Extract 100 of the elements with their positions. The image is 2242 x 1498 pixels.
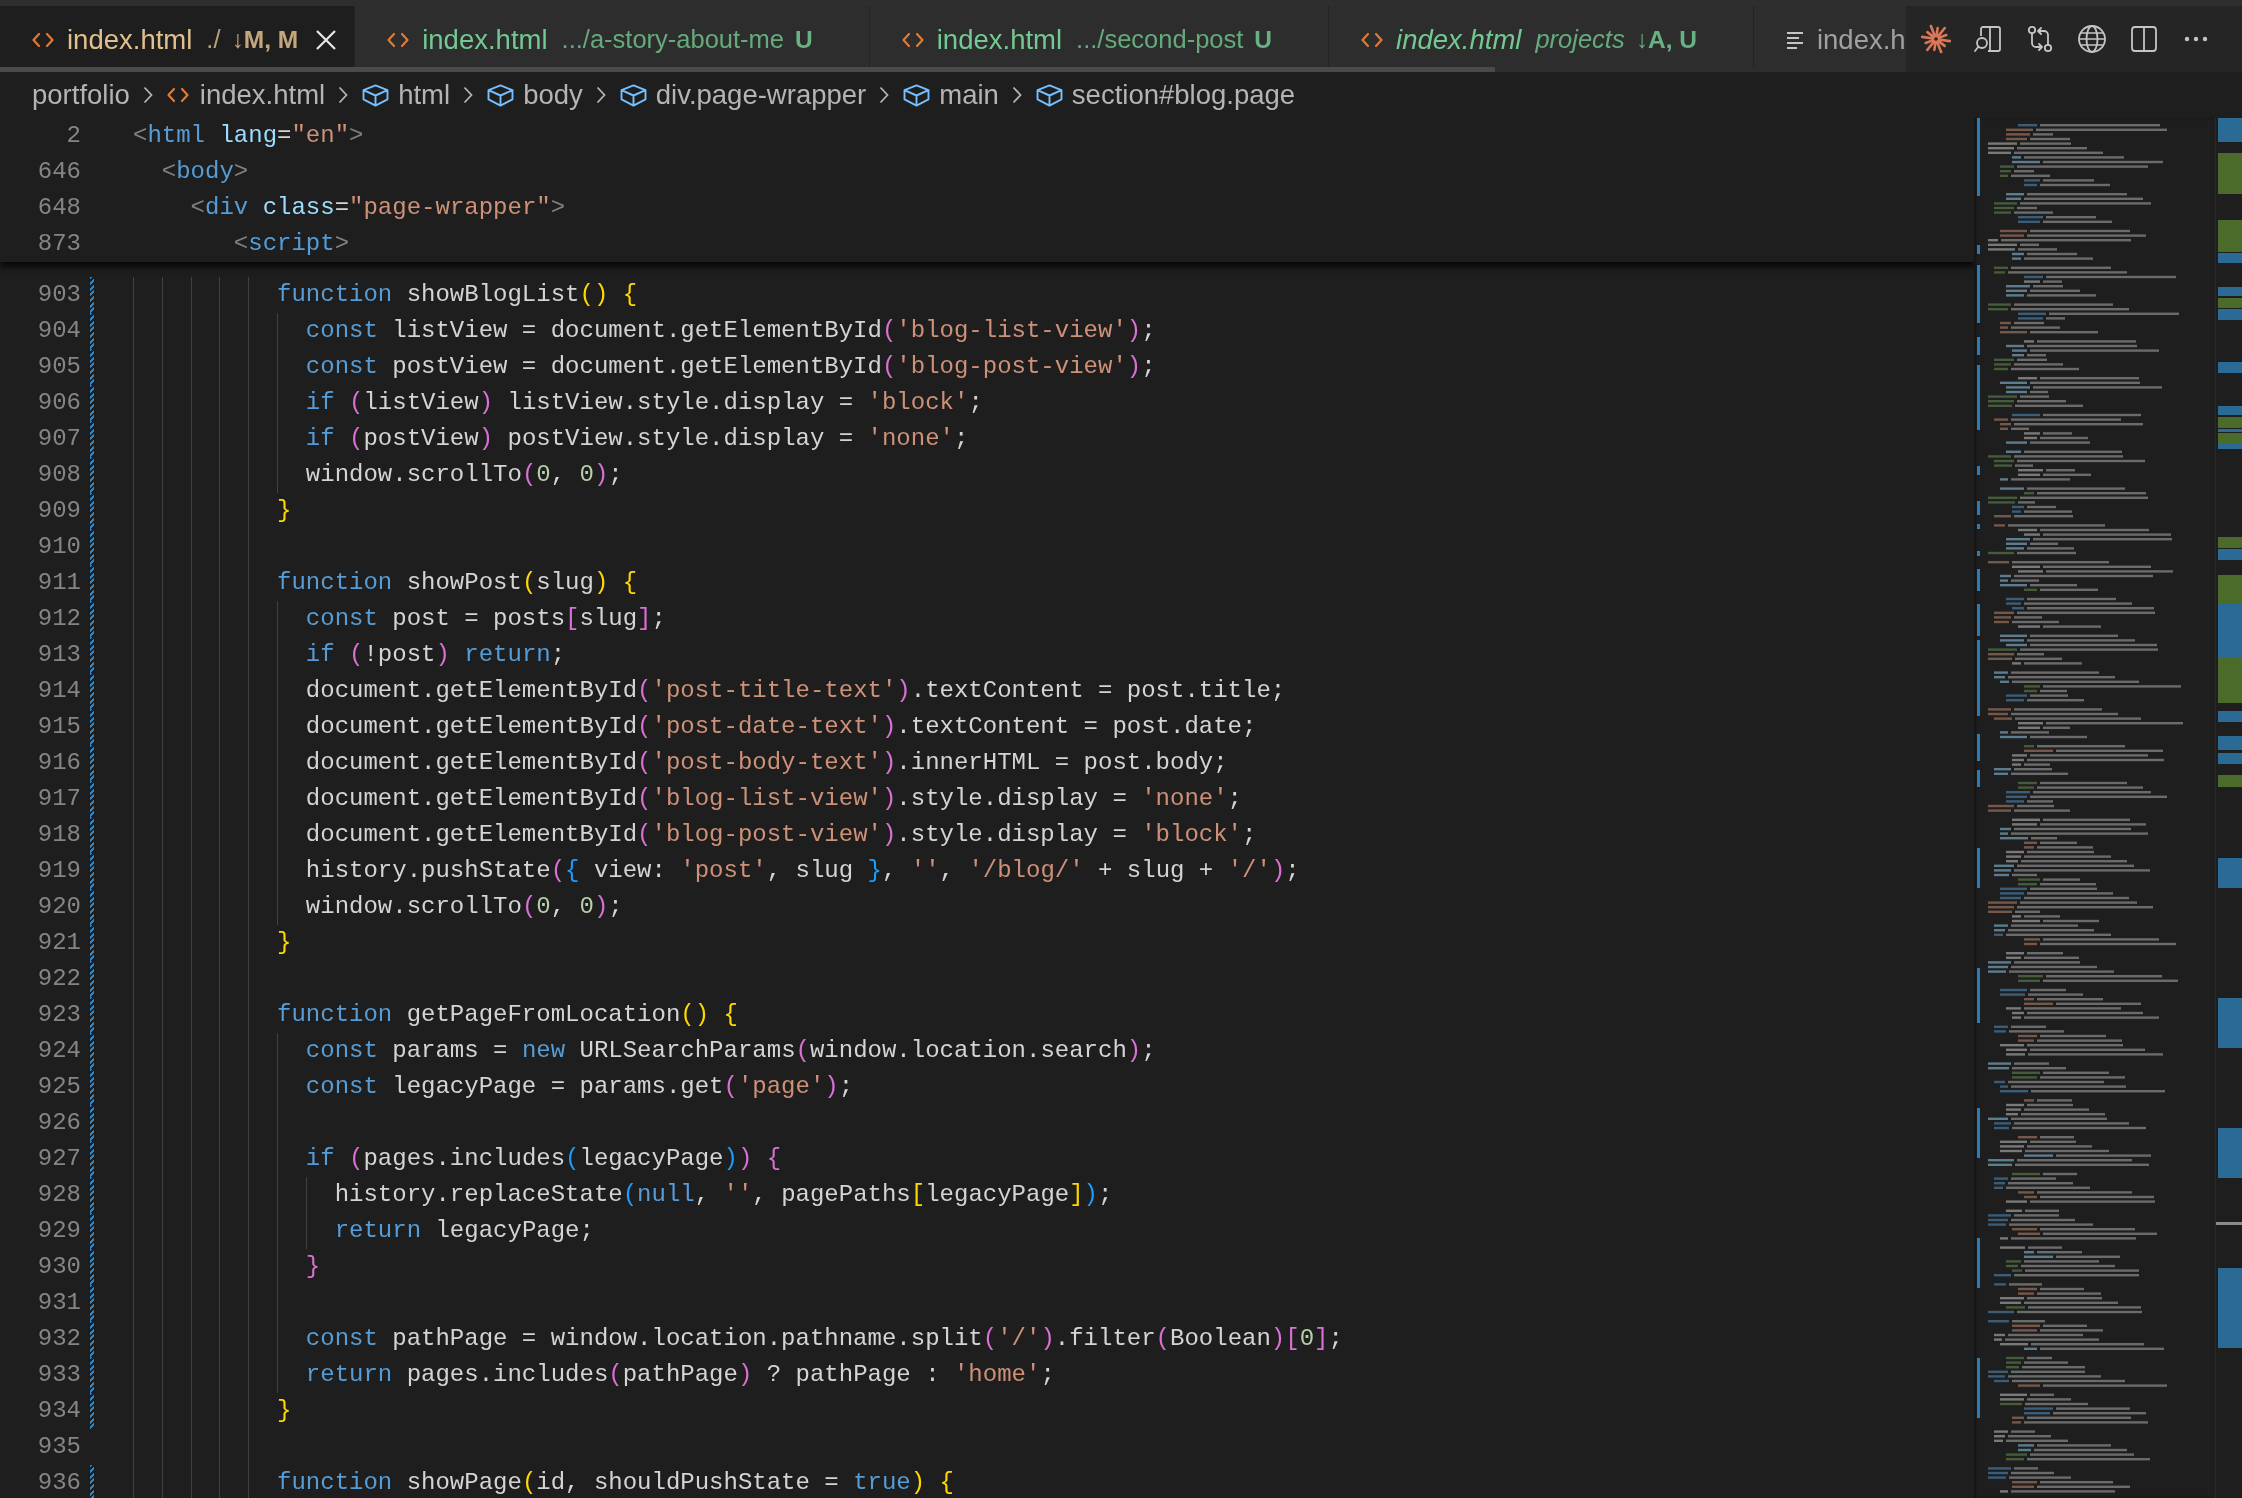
- editor-tab[interactable]: index.html ./ ↓M, M: [0, 6, 356, 67]
- line-number: 912: [37, 604, 81, 634]
- chevron-icon: [879, 86, 890, 104]
- line-number: 922: [37, 964, 81, 994]
- line-number: 927: [37, 1144, 81, 1174]
- line-number: 907: [37, 424, 81, 454]
- code-line: <body>: [161, 157, 249, 187]
- code-line: function getPageFromLocation() {: [277, 1000, 738, 1030]
- line-number: 936: [37, 1468, 81, 1498]
- line-number: 916: [37, 748, 81, 778]
- document-search-icon[interactable]: [1973, 24, 2003, 54]
- git-compare-icon[interactable]: [2025, 24, 2055, 54]
- code-line: return pages.includes(pathPage) ? pathPage : 'home';: [305, 1360, 1055, 1390]
- cube-icon: [619, 83, 647, 107]
- code-line: const params = new URLSearchParams(window.location.search);: [305, 1036, 1156, 1066]
- code-line: if (postView) postView.style.display = 'none';: [305, 424, 969, 454]
- breadcrumb-item[interactable]: div.page-wrapper: [619, 79, 867, 111]
- breadcrumb-item[interactable]: main: [903, 79, 999, 111]
- line-number: 904: [37, 316, 81, 346]
- line-number: 906: [37, 388, 81, 418]
- code-line: return legacyPage;: [334, 1216, 594, 1246]
- code-line: if (listView) listView.style.display = 'block';: [305, 388, 983, 418]
- line-number: 913: [37, 640, 81, 670]
- line-number: 932: [37, 1324, 81, 1354]
- line-number: 915: [37, 712, 81, 742]
- scrollbar-thumb[interactable]: [0, 67, 1495, 72]
- editor-tab[interactable]: index.html .../a-story-about-me U: [355, 6, 870, 67]
- code-line: <script>: [233, 229, 350, 259]
- code-line: history.replaceState(null, '', pagePaths[legacyPage]);: [334, 1180, 1113, 1210]
- line-number: 919: [37, 856, 81, 886]
- line-number: 914: [37, 676, 81, 706]
- line-number: 918: [37, 820, 81, 850]
- line-number: 873: [37, 229, 81, 259]
- line-number: 934: [37, 1396, 81, 1426]
- cube-icon: [903, 83, 931, 107]
- breadcrumb-item[interactable]: portfolio: [32, 79, 130, 111]
- code-line: const postView = document.getElementById('blog-post-view');: [305, 352, 1156, 382]
- line-number: 933: [37, 1360, 81, 1390]
- line-number: 928: [37, 1180, 81, 1210]
- code-line: const post = posts[slug];: [305, 604, 666, 634]
- line-number: 929: [37, 1216, 81, 1246]
- line-number: 909: [37, 496, 81, 526]
- breadcrumb-item[interactable]: html: [362, 79, 451, 111]
- line-number: 908: [37, 460, 81, 490]
- line-number: 903: [37, 280, 81, 310]
- angle-brackets-icon: [1361, 31, 1384, 48]
- line-number: 923: [37, 1000, 81, 1030]
- code-line: const listView = document.getElementById('blog-list-view');: [305, 316, 1156, 346]
- code-line: window.scrollTo(0, 0);: [305, 892, 623, 922]
- breadcrumb-item[interactable]: section#blog.page: [1035, 79, 1296, 111]
- split-editor-icon[interactable]: [2129, 24, 2159, 54]
- code-line: }: [305, 1252, 321, 1282]
- cube-icon: [487, 83, 515, 107]
- line-number: 935: [37, 1432, 81, 1462]
- line-number: 920: [37, 892, 81, 922]
- line-number: 926: [37, 1108, 81, 1138]
- starburst-icon[interactable]: [1921, 24, 1951, 54]
- code-line: }: [277, 928, 292, 958]
- line-number: 646: [37, 157, 81, 187]
- line-number: 924: [37, 1036, 81, 1066]
- code-line: document.getElementById('blog-list-view').style.display = 'none';: [305, 784, 1242, 814]
- code-line: }: [277, 1396, 292, 1426]
- breadcrumb-item[interactable]: body: [487, 79, 583, 111]
- chevron-icon: [463, 86, 474, 104]
- code-line: function showBlogList() {: [277, 280, 638, 310]
- cube-icon: [1035, 83, 1063, 107]
- lines-icon: [1785, 30, 1804, 49]
- line-number: 931: [37, 1288, 81, 1318]
- line-number: 925: [37, 1072, 81, 1102]
- editor-tab[interactable]: index.html projects ↓A, U: [1329, 6, 1754, 67]
- code-line: document.getElementById('post-title-text').textContent = post.title;: [305, 676, 1286, 706]
- code-line: const pathPage = window.location.pathname.split('/').filter(Boolean)[0];: [305, 1324, 1343, 1354]
- line-number: 648: [37, 193, 81, 223]
- code-line: <div class="page-wrapper">: [190, 193, 566, 223]
- chevron-icon: [595, 86, 606, 104]
- chevron-icon: [338, 86, 349, 104]
- code-line: history.pushState({ view: 'post', slug }, '', '/blog/' + slug + '/');: [305, 856, 1300, 886]
- close-icon: [316, 29, 337, 50]
- code-line: document.getElementById('post-body-text').innerHTML = post.body;: [305, 748, 1228, 778]
- editor-tab[interactable]: index.h: [1753, 6, 1906, 67]
- code-line: document.getElementById('blog-post-view').style.display = 'block';: [305, 820, 1257, 850]
- editor-tab[interactable]: index.html .../second-post U: [869, 6, 1330, 67]
- line-number: 905: [37, 352, 81, 382]
- line-number: 911: [37, 568, 81, 598]
- line-number: 910: [37, 532, 81, 562]
- globe-icon[interactable]: [2077, 24, 2107, 54]
- code-line: if (!post) return;: [305, 640, 566, 670]
- chevron-icon: [142, 86, 153, 104]
- angle-brackets-icon: [32, 31, 54, 48]
- line-number: 2: [66, 121, 81, 151]
- cube-icon: [362, 83, 390, 107]
- chevron-icon: [1011, 86, 1022, 104]
- code-line: function showPage(id, shouldPushState = true) {: [277, 1468, 954, 1498]
- line-number: 930: [37, 1252, 81, 1282]
- more-icon[interactable]: [2184, 36, 2208, 42]
- breadcrumb-item[interactable]: index.html: [166, 79, 326, 111]
- code-line: function showPost(slug) {: [277, 568, 638, 598]
- code-line: window.scrollTo(0, 0);: [305, 460, 623, 490]
- line-number: 921: [37, 928, 81, 958]
- angle-brackets-icon: [901, 31, 924, 48]
